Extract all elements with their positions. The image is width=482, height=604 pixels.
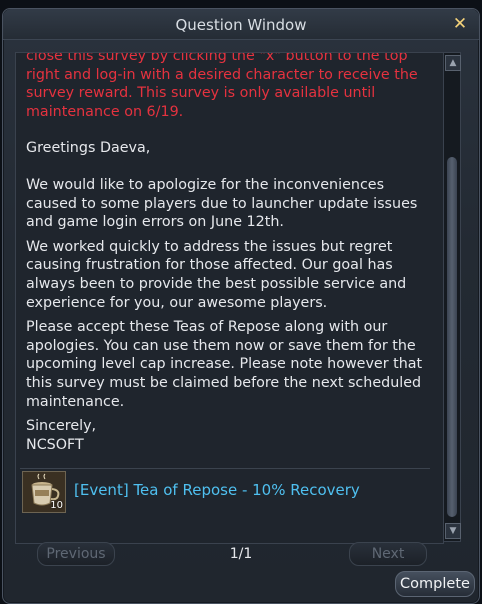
warning-line: right and log-in with a desired characte… — [26, 66, 418, 83]
text-line: Please accept these Teas of Repose along… — [26, 319, 388, 336]
tea-cup-icon[interactable]: 10 — [22, 471, 66, 513]
next-button[interactable]: Next — [349, 542, 427, 566]
question-window: Question Window ✕ close this survey by c… — [2, 8, 480, 604]
text-line: maintenance. — [26, 393, 125, 410]
text-line: upcoming level cap increase. Please note… — [26, 356, 423, 373]
text-line: We would like to apologize for the incon… — [26, 176, 385, 193]
complete-button[interactable]: Complete — [395, 571, 475, 597]
text-line: this survey must be claimed before the n… — [26, 374, 422, 391]
scrollbar-thumb[interactable] — [447, 157, 457, 517]
survey-content-panel: close this survey by clicking the "x" bu… — [15, 52, 444, 544]
text-line: apologies. You can use them now or save … — [26, 337, 416, 354]
text-line: experience for you, our awesome players. — [26, 294, 328, 311]
paragraph-explanation: We worked quickly to address the issues … — [26, 238, 431, 312]
close-icon[interactable]: ✕ — [451, 15, 469, 33]
reward-item-link[interactable]: [Event] Tea of Repose - 10% Recovery — [74, 481, 360, 499]
scroll-up-arrow-icon[interactable]: ▲ — [445, 55, 461, 71]
greeting: Greetings Daeva, — [26, 140, 151, 157]
warning-line: survey reward. This survey is only avail… — [26, 85, 376, 102]
survey-text: close this survey by clicking the "x" bu… — [26, 53, 431, 454]
warning-line: close this survey by clicking the "x" bu… — [26, 52, 408, 64]
reward-count: 10 — [50, 500, 63, 511]
paragraph-apology: We would like to apologize for the incon… — [26, 176, 431, 232]
text-line: and game login errors on June 12th. — [26, 214, 284, 231]
text-line: causing frustration for those affected. … — [26, 257, 393, 274]
content-scrollbar[interactable]: ▲ ▼ — [443, 52, 461, 542]
text-line: always been to provide the best possible… — [26, 275, 407, 292]
warning-line: maintenance on 6/19. — [26, 103, 184, 120]
window-title: Question Window — [175, 16, 307, 34]
title-bar[interactable]: Question Window ✕ — [3, 9, 479, 40]
paragraph-reward-info: Please accept these Teas of Repose along… — [26, 318, 431, 411]
survey-warning-text: close this survey by clicking the "x" bu… — [26, 52, 431, 121]
text-line: We worked quickly to address the issues … — [26, 238, 393, 255]
scroll-down-arrow-icon[interactable]: ▼ — [445, 523, 461, 539]
closing: Sincerely, — [26, 418, 97, 435]
signature: NCSOFT — [26, 436, 84, 453]
reward-item[interactable]: 10 [Event] Tea of Repose - 10% Recovery — [20, 468, 430, 513]
text-line: caused to some players due to launcher u… — [26, 195, 418, 212]
